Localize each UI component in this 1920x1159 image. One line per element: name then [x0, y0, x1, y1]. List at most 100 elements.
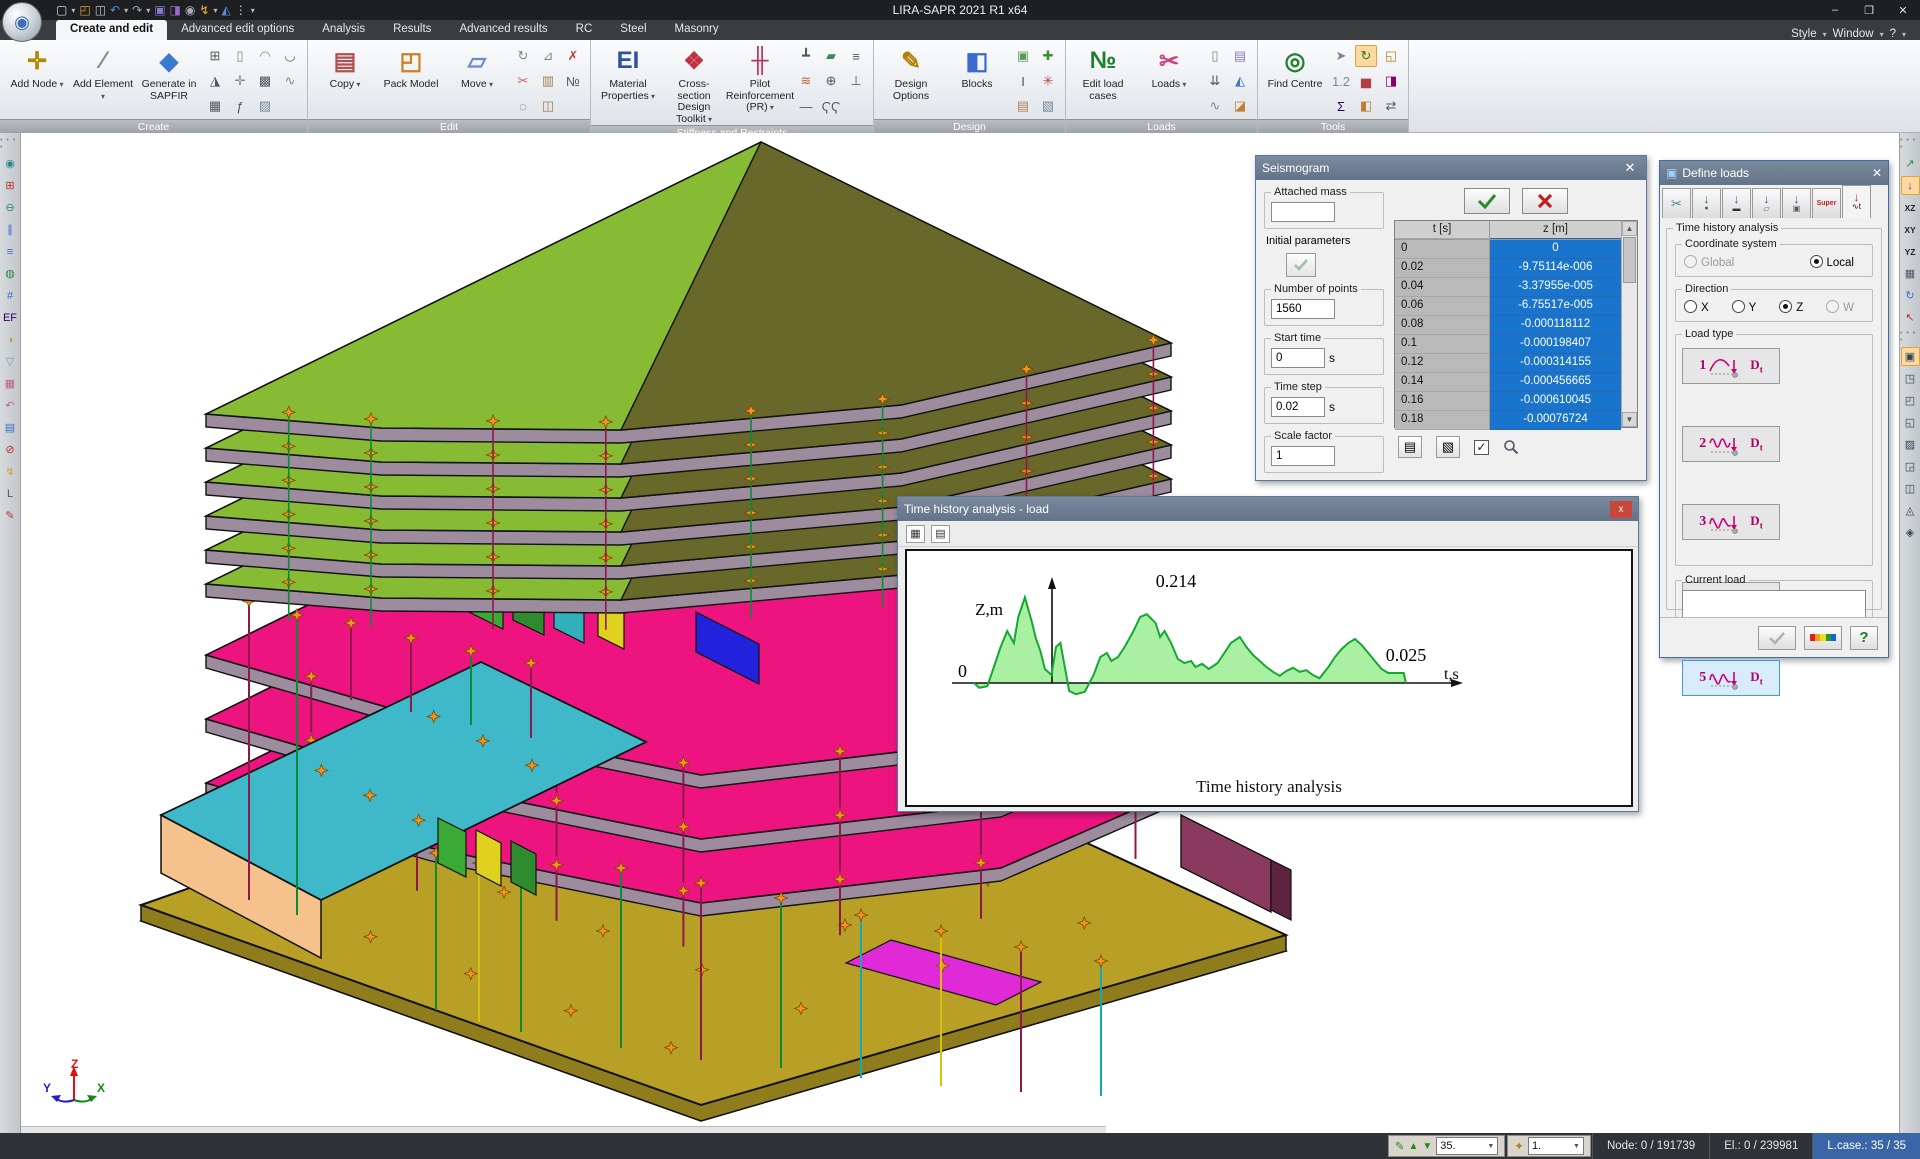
tab-rc[interactable]: RC: [562, 20, 607, 40]
plate-icon[interactable]: ▰: [820, 45, 842, 67]
table-row[interactable]: 0.16-0.000610045: [1395, 392, 1621, 411]
filter-icon[interactable]: ▽: [1, 352, 20, 371]
axis-icon[interactable]: ✛: [229, 70, 251, 92]
coordinate-local-radio[interactable]: Local: [1810, 255, 1865, 269]
table-row[interactable]: 0.1-0.000198407: [1395, 335, 1621, 354]
column-header-z[interactable]: z [m]: [1490, 221, 1621, 239]
more-icon[interactable]: ⋮: [235, 3, 247, 17]
table-checkbox[interactable]: ✓: [1474, 440, 1489, 455]
cube-center-icon[interactable]: ◈: [1901, 523, 1920, 542]
load-type-3-button[interactable]: 3Dt: [1682, 504, 1780, 540]
paste-table-icon[interactable]: ▧: [1436, 436, 1460, 458]
rotate-icon[interactable]: ↻: [512, 45, 534, 67]
hammer-icon[interactable]: ✦: [1514, 1139, 1524, 1153]
table-row[interactable]: 0.12-0.000314155: [1395, 354, 1621, 373]
sapfir-button[interactable]: ◆Generate in SAPFIR: [138, 43, 200, 102]
target-icon[interactable]: ◉: [1, 154, 20, 173]
pack-model-button[interactable]: ◰Pack Model: [380, 43, 442, 91]
variant-dropdown[interactable]: 1.▼: [1528, 1137, 1584, 1155]
weight-icon[interactable]: ▯: [1204, 45, 1226, 67]
move-button[interactable]: ▱Move ▾: [446, 43, 508, 91]
edit-loadcases-button[interactable]: №Edit load cases: [1072, 43, 1134, 102]
maximize-button[interactable]: ❐: [1852, 4, 1886, 17]
tab-advanced-results[interactable]: Advanced results: [445, 20, 561, 40]
frame-red-icon[interactable]: ▦: [1, 374, 20, 393]
frame-icon[interactable]: ⊞: [204, 45, 226, 67]
dropdown-caret-icon[interactable]: ▾: [1902, 30, 1906, 39]
cube-bottom-icon[interactable]: ◬: [1901, 501, 1920, 520]
loadcase-dropdown[interactable]: 35.▼: [1436, 1137, 1498, 1155]
undo-icon[interactable]: ↶: [110, 3, 120, 17]
copy-loads-icon[interactable]: ▤: [1229, 45, 1251, 67]
load-type-5-button[interactable]: 5Dt: [1682, 660, 1780, 696]
seismogram-titlebar[interactable]: Seismogram ✕: [1256, 156, 1646, 180]
cube-right-icon[interactable]: ◱: [1901, 413, 1920, 432]
loadcase-down-icon[interactable]: ▼: [1422, 1141, 1432, 1152]
confirm-button[interactable]: [1464, 188, 1510, 214]
plane-icon[interactable]: ▦: [1901, 264, 1920, 283]
tab-analysis[interactable]: Analysis: [308, 20, 379, 40]
table-row[interactable]: 0.08-0.000118112: [1395, 316, 1621, 335]
sum-icon[interactable]: Σ: [1330, 95, 1352, 117]
delete-icon[interactable]: ✗: [562, 45, 584, 67]
springs-icon[interactable]: ≋: [795, 70, 817, 92]
loadcase-up-icon[interactable]: ▲: [1408, 1141, 1418, 1152]
redo-icon[interactable]: ↷: [132, 3, 142, 17]
seismogram-table[interactable]: t [s]z [m]000.02-9.75114e-0060.04-3.3795…: [1394, 220, 1638, 428]
distributed-icon[interactable]: ⇊: [1204, 70, 1226, 92]
close-button[interactable]: ✕: [1886, 4, 1920, 17]
tab-create-and-edit[interactable]: Create and edit: [56, 20, 167, 40]
brick-icon[interactable]: ▤: [1012, 95, 1034, 117]
load-type-2-button[interactable]: 2Dt: [1682, 426, 1780, 462]
dropdown-caret-icon[interactable]: ▾: [124, 6, 128, 15]
bar-load-tab[interactable]: ↓▬: [1722, 188, 1751, 218]
direction-z-radio[interactable]: Z: [1779, 300, 1813, 314]
pile-icon[interactable]: ⊥: [845, 70, 867, 92]
cc-icon[interactable]: ҀҀ: [820, 95, 842, 117]
cube-top-icon[interactable]: ◳: [1901, 369, 1920, 388]
disc-icon[interactable]: ≡: [1, 242, 20, 261]
blocks-button[interactable]: ◧Blocks: [946, 43, 1008, 91]
menu-item--[interactable]: ?: [1890, 28, 1896, 40]
load-type-1-button[interactable]: 1Dt: [1682, 348, 1780, 384]
time-history-close-icon[interactable]: x: [1610, 501, 1632, 518]
model-viewport[interactable]: Z Y X Seismogram ✕ Attached mass Initial…: [21, 133, 1895, 1133]
seismogram-close-icon[interactable]: ✕: [1620, 160, 1640, 176]
new-document-icon[interactable]: ▢: [56, 3, 67, 17]
horizontal-scrollbar[interactable]: [21, 1126, 1106, 1133]
stage-icon[interactable]: ▧: [1037, 95, 1059, 117]
tab-advanced-edit-options[interactable]: Advanced edit options: [167, 20, 308, 40]
swap-icon[interactable]: ⇄: [1380, 95, 1402, 117]
print-icon[interactable]: ▦: [906, 525, 925, 543]
scissors-icon[interactable]: ✂: [512, 70, 534, 92]
dropdown-caret-icon[interactable]: ▾: [71, 6, 75, 15]
view-xz-button[interactable]: XZ: [1901, 198, 1920, 217]
cylinder-icon[interactable]: ▯: [229, 45, 251, 67]
zigzag-icon[interactable]: ∿: [279, 70, 301, 92]
rotate-view-icon[interactable]: ↻: [1355, 45, 1377, 67]
red-axes-icon[interactable]: ↖: [1901, 308, 1920, 327]
add-block-icon[interactable]: ✚: [1037, 45, 1059, 67]
solid-load-tab[interactable]: ↓▣: [1782, 188, 1811, 218]
cross-section-button[interactable]: ❖Cross-section Design Toolkit ▾: [663, 43, 725, 125]
histogram-icon[interactable]: ▅: [1355, 70, 1377, 92]
dropdown-caret-icon[interactable]: ▾: [213, 6, 217, 15]
pipe-icon[interactable]: ∥: [1, 220, 20, 239]
scroll-up-icon[interactable]: ▲: [1622, 221, 1637, 236]
table-row[interactable]: 0.14-0.000456665: [1395, 373, 1621, 392]
mirror-icon[interactable]: ⊿: [537, 45, 559, 67]
palette-button[interactable]: [1804, 626, 1842, 650]
loadcase-icon[interactable]: ◪: [1229, 95, 1251, 117]
dome-icon[interactable]: ◠: [254, 45, 276, 67]
hatch-icon[interactable]: ▨: [254, 95, 276, 117]
table-c-icon[interactable]: ◱: [1380, 45, 1402, 67]
tab-results[interactable]: Results: [379, 20, 445, 40]
cancel-button[interactable]: [1522, 188, 1568, 214]
cube-frame-icon[interactable]: ▨: [1901, 435, 1920, 454]
fxy-icon[interactable]: ƒ: [229, 95, 251, 117]
copy-table-icon[interactable]: ▤: [1398, 436, 1422, 458]
view-xy-button[interactable]: XY: [1901, 220, 1920, 239]
flashlight-icon[interactable]: ↯: [1, 462, 20, 481]
table-row[interactable]: 00: [1395, 240, 1621, 259]
panel-icon[interactable]: ◧: [1355, 95, 1377, 117]
